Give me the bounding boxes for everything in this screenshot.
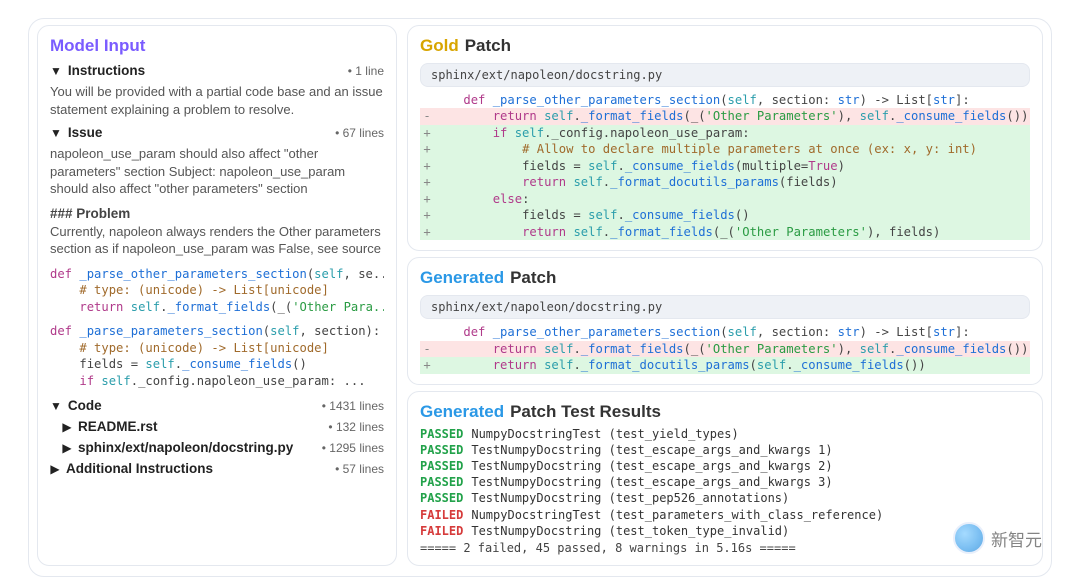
diff-line: + return self._format_docutils_params(se…	[420, 357, 1030, 373]
diff-line: + return self._format_fields(_('Other Pa…	[420, 224, 1030, 240]
diff-line: def _parse_other_parameters_section(self…	[420, 324, 1030, 340]
gold-patch-title-rest: Patch	[465, 36, 511, 56]
code-file-name: README.rst	[78, 419, 158, 434]
code-file-row[interactable]: ▶ sphinx/ext/napoleon/docstring.py • 1295 …	[62, 437, 384, 458]
additional-instructions-meta: • 57 lines	[335, 462, 384, 476]
issue-label: Issue	[68, 125, 103, 140]
instructions-row[interactable]: ▼ Instructions • 1 line	[50, 60, 384, 81]
generated-patch-panel: Generated Patch sphinx/ext/napoleon/docs…	[407, 257, 1043, 384]
test-result-name: TestNumpyDocstring (test_escape_args_and…	[471, 458, 832, 474]
code-file-row[interactable]: ▶ README.rst • 132 lines	[62, 416, 384, 437]
diff-line: + else:	[420, 191, 1030, 207]
gold-patch-diff: def _parse_other_parameters_section(self…	[420, 92, 1030, 240]
generated-patch-path: sphinx/ext/napoleon/docstring.py	[420, 295, 1030, 319]
diff-line: + fields = self._consume_fields()	[420, 207, 1030, 223]
avatar-icon	[953, 522, 985, 554]
issue-body-2: Currently, napoleon always renders the O…	[50, 221, 384, 262]
test-results-title-rest: Patch Test Results	[510, 402, 661, 422]
test-result-line: PASSED TestNumpyDocstring (test_escape_ar…	[420, 442, 1030, 458]
test-results-title-accent: Generated	[420, 402, 504, 422]
generated-patch-title-rest: Patch	[510, 268, 556, 288]
diff-line: - return self._format_fields(_('Other Pa…	[420, 108, 1030, 124]
instructions-body: You will be provided with a partial code…	[50, 81, 384, 122]
code-file-name: sphinx/ext/napoleon/docstring.py	[78, 440, 293, 455]
gold-patch-title: Gold Patch	[420, 34, 1030, 60]
generated-patch-title: Generated Patch	[420, 266, 1030, 292]
instructions-meta: • 1 line	[348, 64, 384, 78]
caret-down-icon: ▼	[50, 64, 62, 78]
model-input-panel: Model Input ▼ Instructions • 1 line You …	[37, 25, 397, 566]
diff-line: - return self._format_fields(_('Other Pa…	[420, 341, 1030, 357]
instructions-label: Instructions	[68, 63, 145, 78]
test-result-name: TestNumpyDocstring (test_pep526_annotati…	[471, 490, 789, 506]
model-input-title: Model Input	[50, 34, 384, 60]
caret-right-icon: ▶	[50, 462, 60, 476]
issue-code-snippet-1: def _parse_other_parameters_section(self…	[50, 262, 384, 319]
test-result-name: NumpyDocstringTest (test_yield_types)	[471, 426, 738, 442]
diff-line: + if self._config.napoleon_use_param:	[420, 125, 1030, 141]
figure-caption: Figure 6: We show an example of an forma…	[28, 577, 1052, 582]
test-result-line: PASSED TestNumpyDocstring (test_escape_ar…	[420, 474, 1030, 490]
status-passed: PASSED	[420, 474, 463, 490]
status-passed: PASSED	[420, 490, 463, 506]
test-result-line: PASSED NumpyDocstringTest (test_yield_typ…	[420, 426, 1030, 442]
code-file-list: ▶ README.rst • 132 lines ▶ sphinx/ext/napole…	[50, 416, 384, 458]
test-results-panel: Generated Patch Test Results PASSED Numpy…	[407, 391, 1043, 566]
diff-line: + # Allow to declare multiple parameters…	[420, 141, 1030, 157]
test-result-line: PASSED TestNumpyDocstring (test_pep526_an…	[420, 490, 1030, 506]
test-result-line: FAILED NumpyDocstringTest (test_parameter…	[420, 507, 1030, 523]
test-result-name: TestNumpyDocstring (test_escape_args_and…	[471, 442, 832, 458]
diff-line: + fields = self._consume_fields(multiple…	[420, 158, 1030, 174]
status-failed: FAILED	[420, 523, 463, 539]
additional-instructions-label: Additional Instructions	[66, 461, 213, 476]
caret-right-icon: ▶	[62, 420, 72, 434]
figure-panel-group: Model Input ▼ Instructions • 1 line You …	[28, 18, 1052, 577]
issue-row[interactable]: ▼ Issue • 67 lines	[50, 122, 384, 143]
code-section-row[interactable]: ▼ Code • 1431 lines	[50, 395, 384, 416]
generated-patch-diff: def _parse_other_parameters_section(self…	[420, 324, 1030, 373]
test-result-line: PASSED TestNumpyDocstring (test_escape_ar…	[420, 458, 1030, 474]
code-section-meta: • 1431 lines	[322, 399, 384, 413]
caret-down-icon: ▼	[50, 126, 62, 140]
gold-patch-title-accent: Gold	[420, 36, 459, 56]
test-result-name: NumpyDocstringTest (test_parameters_with…	[471, 507, 883, 523]
generated-patch-title-accent: Generated	[420, 268, 504, 288]
gold-patch-path: sphinx/ext/napoleon/docstring.py	[420, 63, 1030, 87]
issue-code-snippet-2: def _parse_parameters_section(self, sect…	[50, 319, 384, 395]
code-file-meta: • 1295 lines	[322, 441, 384, 455]
status-passed: PASSED	[420, 442, 463, 458]
code-section-label: Code	[68, 398, 102, 413]
caret-right-icon: ▶	[62, 441, 72, 455]
status-passed: PASSED	[420, 426, 463, 442]
status-failed: FAILED	[420, 507, 463, 523]
test-results-title: Generated Patch Test Results	[420, 400, 1030, 426]
issue-body-1: napoleon_use_param should also affect "o…	[50, 143, 384, 202]
test-result-name: TestNumpyDocstring (test_token_type_inva…	[471, 523, 789, 539]
test-result-line: FAILED TestNumpyDocstring (test_token_typ…	[420, 523, 1030, 539]
gold-patch-panel: Gold Patch sphinx/ext/napoleon/docstring…	[407, 25, 1043, 251]
additional-instructions-row[interactable]: ▶ Additional Instructions • 57 lines	[50, 458, 384, 479]
test-results-summary: ===== 2 failed, 45 passed, 8 warnings in…	[420, 539, 1030, 555]
code-file-meta: • 132 lines	[328, 420, 384, 434]
issue-problem-heading: ### Problem	[50, 202, 384, 221]
watermark-text: 新智元	[991, 526, 1042, 551]
caret-down-icon: ▼	[50, 399, 62, 413]
issue-meta: • 67 lines	[335, 126, 384, 140]
status-passed: PASSED	[420, 458, 463, 474]
source-watermark: 新智元	[953, 522, 1042, 554]
model-input-title-text: Model Input	[50, 36, 145, 56]
diff-line: + return self._format_docutils_params(fi…	[420, 174, 1030, 190]
test-results-list: PASSED NumpyDocstringTest (test_yield_typ…	[420, 426, 1030, 539]
test-result-name: TestNumpyDocstring (test_escape_args_and…	[471, 474, 832, 490]
diff-line: def _parse_other_parameters_section(self…	[420, 92, 1030, 108]
